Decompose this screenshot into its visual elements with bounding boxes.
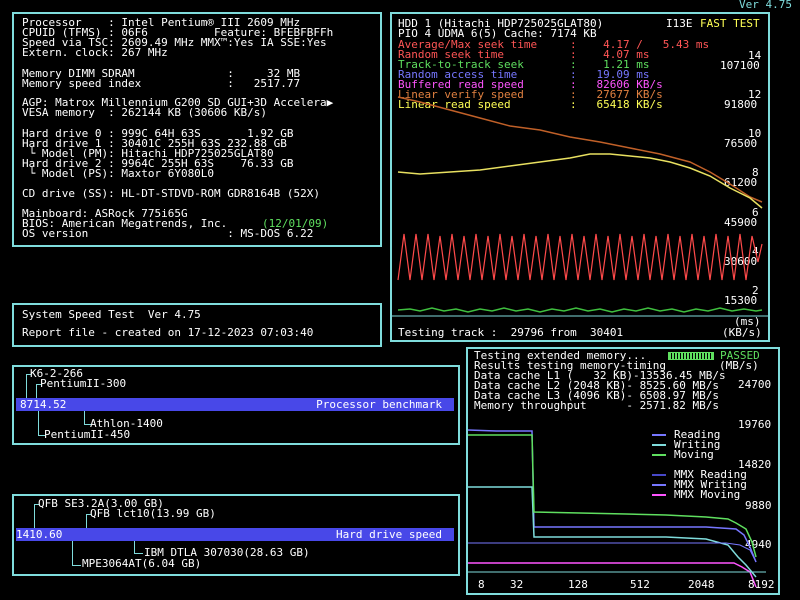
hdd-access-line — [397, 233, 763, 281]
hd-ref-qfb-lct: QFB lct10(13.99 GB) — [90, 507, 216, 520]
mem-mmx-writing-line — [468, 542, 757, 563]
mem-x-128: 128 — [568, 578, 588, 591]
proc-label: Processor benchmark — [316, 398, 442, 411]
info-memory-index: Memory speed index : 2517.77 — [22, 77, 301, 90]
hd-label: Hard drive speed — [336, 528, 442, 541]
hdd-read-line — [397, 153, 763, 209]
mem-x-512: 512 — [630, 578, 650, 591]
info-clock: Extern. clock: 267 MHz — [22, 46, 168, 59]
mem-reading-line — [467, 429, 757, 563]
info-os: OS version : MS-DOS 6.22 — [22, 227, 314, 240]
hdd-track-line — [397, 307, 763, 313]
hd-ref-mpe: MPE3064AT(6.04 GB) — [82, 557, 202, 570]
tree-mpe — [72, 541, 81, 566]
mem-x-8192: 8192 — [748, 578, 775, 591]
processor-benchmark-bar: 8714.52 Processor benchmark — [16, 398, 454, 411]
hd-value: 1410.60 — [16, 528, 63, 541]
proc-value: 8714.52 — [20, 398, 67, 411]
proc-ref-p2-450: PentiumII-450 — [44, 428, 131, 441]
hdd-graph — [390, 96, 770, 317]
info-vesa: VESA memory : 262144 KB (30606 KB/s) — [22, 106, 268, 119]
memory-graph — [467, 429, 766, 588]
report-file-label: Report file - created on 17-12-2023 07:0… — [22, 326, 314, 339]
version-label: Ver 4.75 — [739, 0, 792, 11]
mem-x-8: 8 — [478, 578, 485, 591]
hdd-verify-line — [397, 96, 763, 203]
mem-x-32: 32 — [510, 578, 524, 591]
mem-moving-line — [468, 434, 757, 558]
hard-drive-benchmark-bar: 1410.60 Hard drive speed — [16, 528, 454, 541]
proc-ref-p2-300: PentiumII-300 — [40, 377, 127, 390]
info-cd: CD drive (SS): HL-DT-STDVD-ROM GDR8164B … — [22, 187, 321, 200]
mem-x-2048: 2048 — [688, 578, 715, 591]
tree-ibm — [134, 541, 143, 554]
info-hd2-model: └ Model (PS): Maxtor 6Y080L0 — [22, 167, 215, 180]
speed-test-title: System Speed Test Ver 4.75 — [22, 308, 201, 321]
